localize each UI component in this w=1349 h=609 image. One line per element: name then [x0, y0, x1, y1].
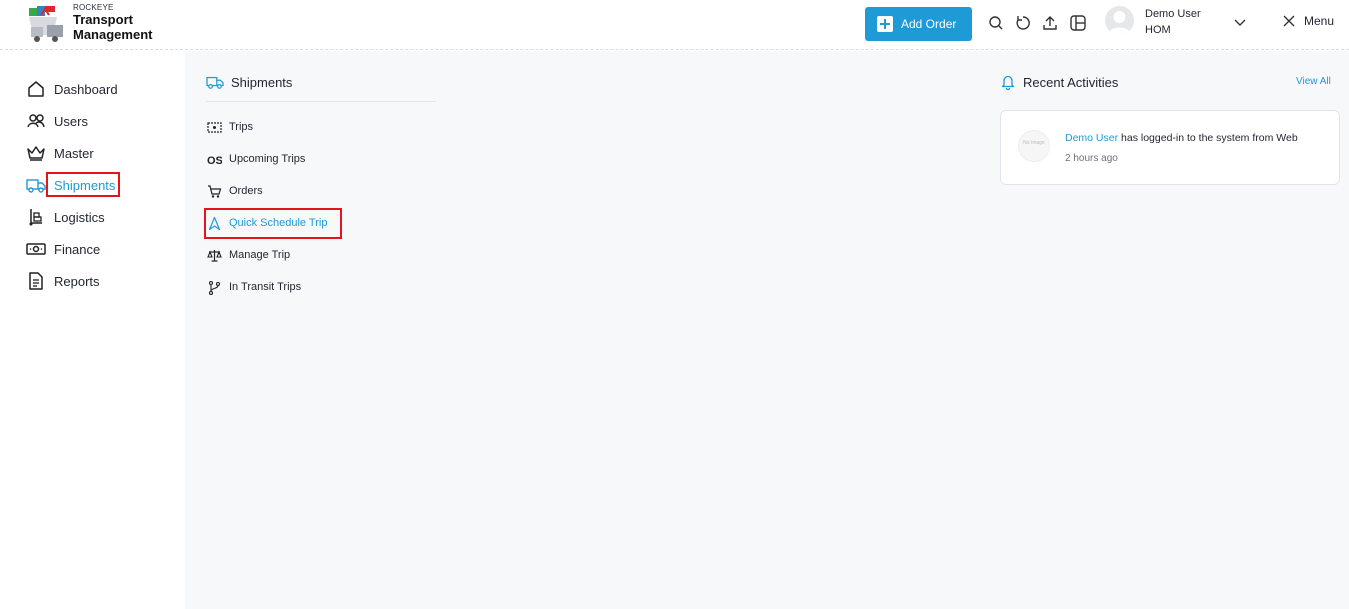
brand-name: ROCKEYE Transport Management [73, 4, 152, 42]
sidebar-item-label: Users [54, 113, 88, 129]
branch-icon [208, 280, 221, 295]
top-header: ROCKEYE Transport Management Add Order D… [0, 0, 1349, 50]
submenu-title: Shipments [206, 74, 292, 90]
add-order-button[interactable]: Add Order [865, 7, 972, 41]
svg-text:OS: OS [207, 155, 222, 167]
highlight-box [204, 208, 342, 239]
submenu-item-orders[interactable]: Orders [207, 182, 263, 200]
sidebar-item-dashboard[interactable]: Dashboard [26, 78, 118, 100]
search-icon[interactable] [987, 14, 1005, 32]
home-icon [28, 81, 44, 97]
chevron-down-icon[interactable] [1233, 15, 1247, 29]
recent-activities-title: Recent Activities [1001, 74, 1118, 90]
brand-line-2: Management [73, 27, 153, 42]
app-logo[interactable] [27, 5, 67, 43]
submenu-item-label: Trips [229, 121, 254, 133]
menu-button[interactable]: Menu [1282, 14, 1334, 28]
sidebar-item-label: Master [54, 145, 94, 161]
crown-icon [27, 146, 45, 161]
sidebar-item-label: Dashboard [54, 81, 118, 97]
sidebar-item-users[interactable]: Users [26, 110, 88, 132]
submenu-item-label: Orders [229, 185, 263, 197]
submenu-item-trips[interactable]: Trips [207, 118, 253, 136]
logistics-icon [29, 209, 42, 226]
sidebar-item-master[interactable]: Master [26, 142, 94, 164]
recent-activities-label: Recent Activities [1023, 74, 1119, 90]
user-name: Demo User [1145, 8, 1201, 20]
main-content: Shipments Trips OS Upcoming Trips Orders… [185, 51, 1349, 609]
plus-icon [877, 16, 893, 32]
avatar[interactable] [1105, 6, 1134, 35]
sidebar-item-logistics[interactable]: Logistics [26, 206, 105, 228]
sidebar-item-label: Logistics [54, 209, 105, 225]
close-icon [1283, 15, 1295, 27]
activity-time: 2 hours ago [1065, 153, 1118, 164]
sidebar-item-label: Reports [54, 273, 100, 289]
sidebar-item-label: Finance [54, 241, 101, 257]
divider [206, 101, 436, 102]
activity-text: Demo User has logged-in to the system fr… [1065, 132, 1298, 144]
os-icon: OS [207, 155, 222, 167]
trip-icon [207, 121, 222, 133]
layout-icon[interactable] [1069, 14, 1087, 32]
submenu-item-manage-trip[interactable]: Manage Trip [207, 246, 290, 264]
upload-icon[interactable] [1041, 14, 1059, 32]
activity-user-link[interactable]: Demo User [1065, 132, 1118, 144]
brand-company: ROCKEYE [73, 3, 114, 12]
activity-message: has logged-in to the system from Web [1118, 132, 1298, 144]
sidebar: Dashboard Users Master Shipments Logisti… [0, 51, 185, 609]
submenu-item-upcoming-trips[interactable]: OS Upcoming Trips [207, 150, 305, 168]
sidebar-item-reports[interactable]: Reports [26, 270, 100, 292]
sidebar-item-finance[interactable]: Finance [26, 238, 100, 260]
submenu-item-label: Manage Trip [229, 249, 291, 261]
scale-icon [207, 249, 222, 262]
refresh-icon[interactable] [1014, 14, 1032, 32]
submenu-item-label: In Transit Trips [229, 281, 302, 293]
submenu-item-in-transit-trips[interactable]: In Transit Trips [207, 278, 301, 296]
activity-card: No Image Demo User has logged-in to the … [1000, 110, 1340, 185]
brand-line-1: Transport [73, 12, 133, 27]
truck-icon [26, 179, 46, 193]
menu-label: Menu [1304, 14, 1335, 28]
highlight-box [46, 172, 120, 197]
submenu-title-label: Shipments [231, 74, 293, 90]
submenu-item-label: Upcoming Trips [229, 153, 306, 165]
users-icon [27, 114, 45, 128]
view-all-link[interactable]: View All [1296, 76, 1331, 87]
user-icon [1108, 11, 1131, 35]
cart-icon [208, 184, 222, 198]
money-icon [26, 243, 46, 255]
activity-avatar: No Image [1018, 130, 1050, 162]
add-order-label: Add Order [901, 17, 957, 31]
bell-icon [1001, 75, 1015, 90]
report-icon [29, 272, 43, 290]
truck-icon [206, 76, 224, 89]
user-role: HOM [1145, 24, 1171, 36]
